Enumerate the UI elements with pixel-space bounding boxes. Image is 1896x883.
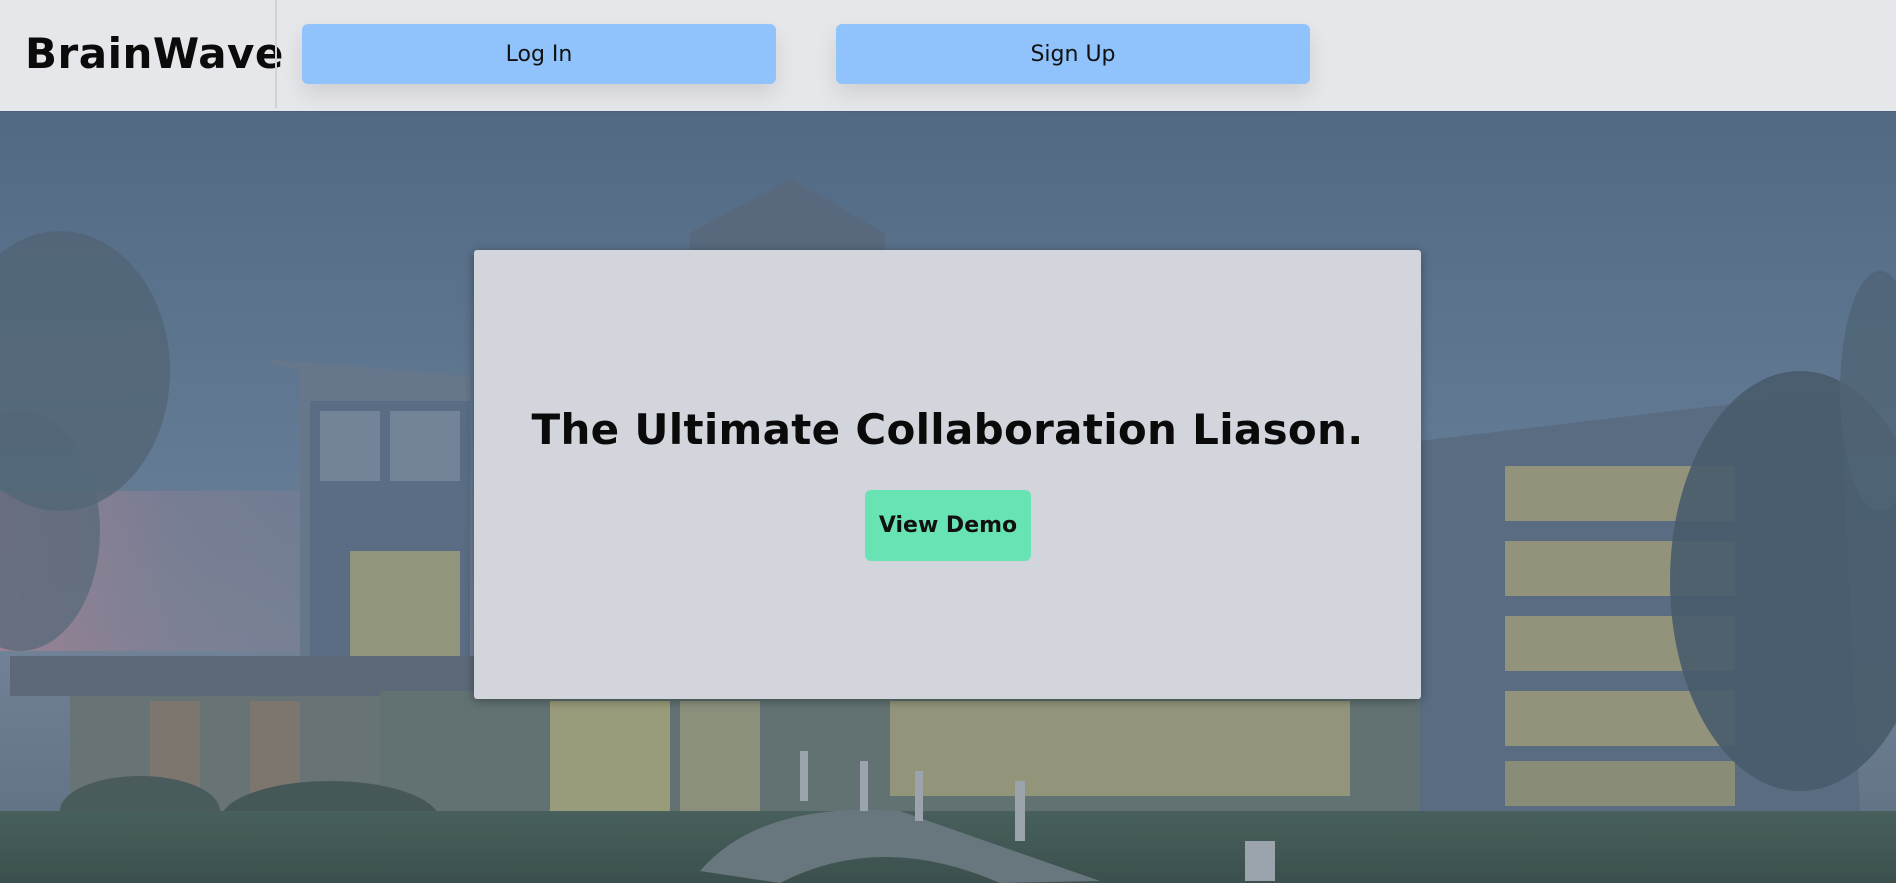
top-navbar: BrainWave Log In Sign Up	[0, 0, 1896, 111]
hero-card: The Ultimate Collaboration Liason. View …	[474, 250, 1421, 699]
signup-button[interactable]: Sign Up	[836, 24, 1310, 84]
nav-divider	[275, 0, 277, 108]
hero-title: The Ultimate Collaboration Liason.	[531, 405, 1364, 454]
brand-logo-text[interactable]: BrainWave	[25, 26, 284, 82]
view-demo-button[interactable]: View Demo	[865, 490, 1031, 561]
login-button[interactable]: Log In	[302, 24, 776, 84]
